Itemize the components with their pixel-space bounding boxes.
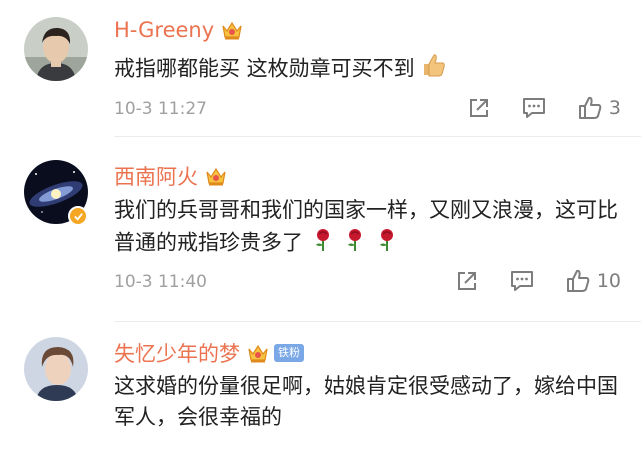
username-label[interactable]: 失忆少年的梦 [114, 338, 240, 368]
comment-text: 这求婚的份量很足啊，姑娘肯定很受感动了，嫁给中国军人，会很幸福的 [114, 371, 624, 433]
comment-text-content: 这求婚的份量很足啊，姑娘肯定很受感动了，嫁给中国军人，会很幸福的 [114, 374, 618, 429]
divider [114, 321, 641, 322]
comment-text-content: 戒指哪都能买 这枚勋章可买不到 [114, 56, 415, 81]
username[interactable]: 失忆少年的梦 铁粉 [114, 338, 304, 368]
avatar-image [24, 17, 88, 81]
comment-button[interactable] [509, 269, 535, 293]
avatar-image [24, 337, 88, 401]
share-icon [457, 272, 476, 290]
crown-badge-icon [204, 165, 228, 187]
thumbs-up-icon [566, 269, 590, 292]
share-icon [469, 99, 488, 117]
verified-badge-icon [68, 206, 88, 226]
username[interactable]: 西南阿火 [114, 161, 228, 191]
timestamp: 10-3 11:40 [114, 272, 207, 292]
username-label[interactable]: 西南阿火 [114, 161, 198, 191]
avatar[interactable] [24, 17, 88, 81]
thumbs-up-emoji-icon [421, 52, 447, 87]
comment-actions: 10 [425, 268, 621, 294]
comment-icon [522, 98, 545, 118]
rose-emoji-icon [310, 226, 400, 261]
like-count: 10 [596, 270, 621, 292]
divider [114, 136, 641, 137]
share-button[interactable] [467, 96, 491, 120]
username-label[interactable]: H-Greeny [114, 18, 214, 42]
crown-badge-icon [246, 342, 270, 364]
comment-icon [510, 271, 533, 291]
comment-actions: 3 [437, 95, 621, 121]
comment-button[interactable] [521, 96, 547, 120]
comment-text: 我们的兵哥哥和我们的国家一样，又刚又浪漫，这可比普通的戒指珍贵多了 [114, 195, 624, 261]
like-count: 3 [608, 97, 621, 119]
like-button[interactable]: 10 [565, 268, 621, 294]
like-button[interactable]: 3 [577, 95, 621, 121]
share-button[interactable] [455, 269, 479, 293]
timestamp: 10-3 11:27 [114, 99, 207, 119]
fan-badge: 铁粉 [274, 344, 304, 362]
crown-badge-icon [220, 19, 244, 41]
comment-text: 戒指哪都能买 这枚勋章可买不到 [114, 52, 624, 87]
avatar[interactable] [24, 337, 88, 401]
username[interactable]: H-Greeny [114, 18, 244, 42]
thumbs-up-icon [578, 96, 602, 119]
